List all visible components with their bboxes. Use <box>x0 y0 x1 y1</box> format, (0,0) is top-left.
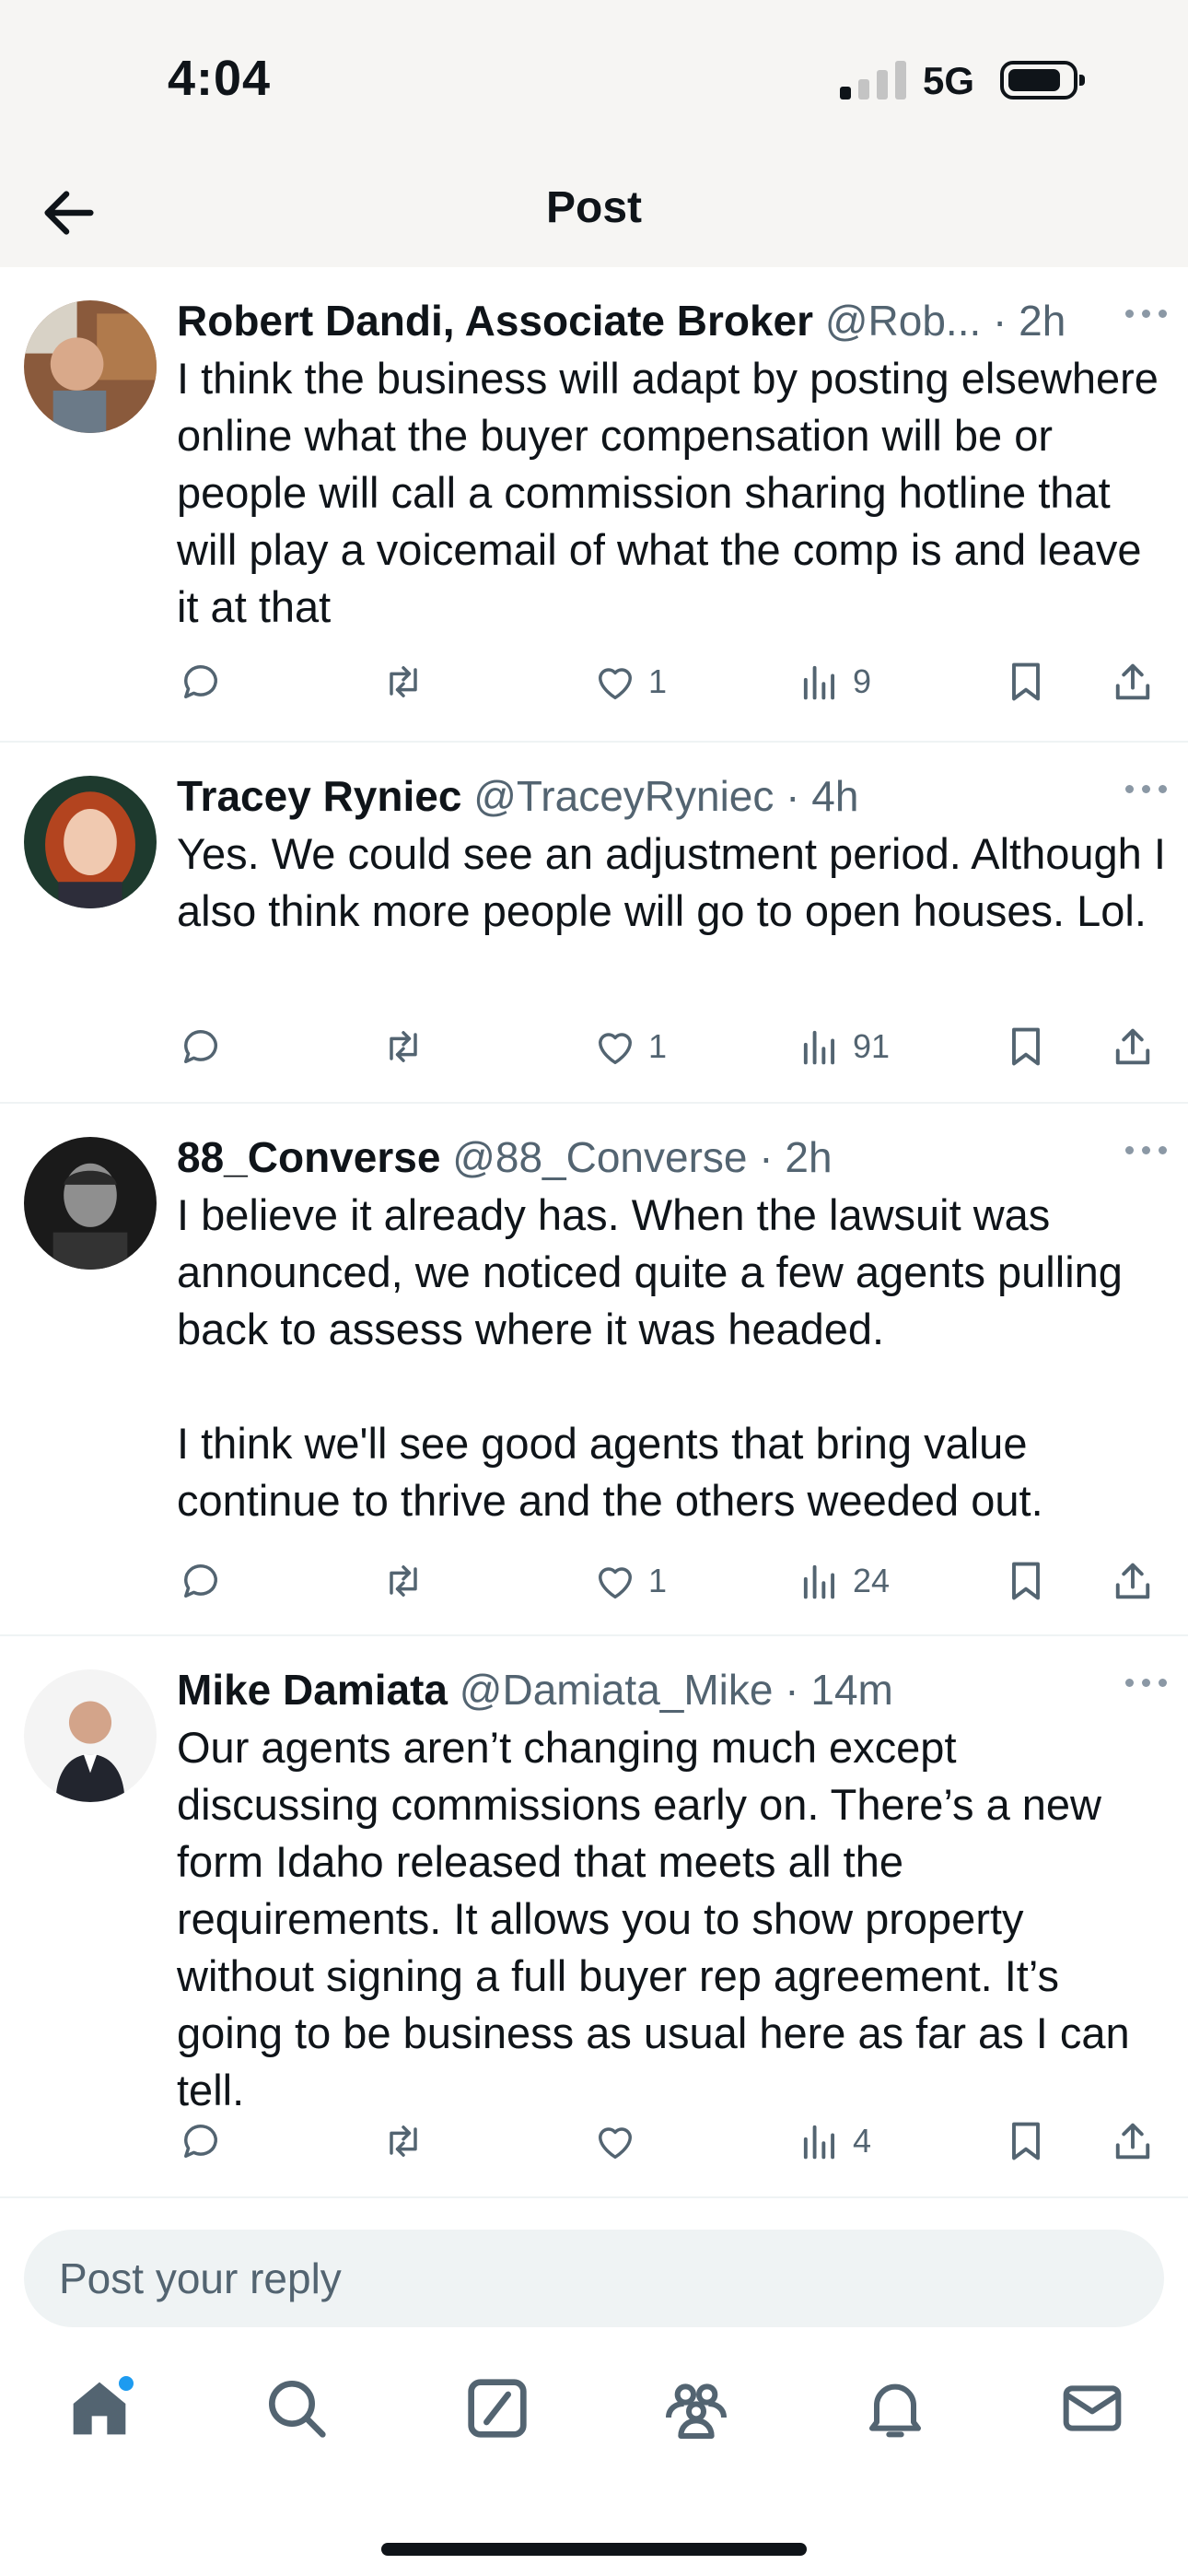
repost-icon[interactable] <box>379 1019 427 1074</box>
post-actions: 1 9 <box>177 654 1166 709</box>
post-meta: Tracey Ryniec @TraceyRyniec · 4h <box>177 772 859 820</box>
views-icon <box>803 1030 835 1065</box>
avatar[interactable] <box>24 1669 157 1802</box>
like-count: 1 <box>648 1027 668 1065</box>
reply-post[interactable]: Tracey Ryniec @TraceyRyniec · 4h Yes. We… <box>0 743 1188 1104</box>
post-text: Yes. We could see an adjustment period. … <box>177 829 1178 935</box>
bookmark-icon[interactable] <box>1002 1019 1050 1074</box>
reply-icon[interactable] <box>177 2113 225 2169</box>
reply-input[interactable]: Post your reply <box>24 2230 1164 2327</box>
bookmark-icon[interactable] <box>1002 654 1050 709</box>
post-time: 14m <box>810 1666 893 1714</box>
author-handle[interactable]: @TraceyRyniec <box>473 772 774 820</box>
repost-icon[interactable] <box>379 1553 427 1609</box>
view-count: 4 <box>853 2122 872 2160</box>
views-button[interactable]: 91 <box>796 1019 890 1074</box>
view-count: 9 <box>853 662 872 700</box>
views-icon <box>803 665 835 700</box>
avatar[interactable] <box>24 776 157 908</box>
replies-feed: Robert Dandi, Associate Broker @Rob... ·… <box>0 267 1188 2198</box>
like-button[interactable] <box>591 2113 648 2169</box>
share-icon[interactable] <box>1109 654 1157 709</box>
reply-post[interactable]: Robert Dandi, Associate Broker @Rob... ·… <box>0 267 1188 743</box>
like-button[interactable]: 1 <box>591 1019 667 1074</box>
like-button[interactable]: 1 <box>591 654 667 709</box>
avatar[interactable] <box>24 300 157 433</box>
post-time: 4h <box>811 772 859 820</box>
more-options-icon[interactable] <box>1125 1141 1168 1159</box>
author-name[interactable]: Mike Damiata <box>177 1666 448 1714</box>
heart-icon <box>599 2127 632 2160</box>
post-meta: Mike Damiata @Damiata_Mike · 14m <box>177 1666 893 1714</box>
author-handle[interactable]: @88_Converse <box>452 1133 747 1181</box>
home-notification-dot <box>116 2373 136 2394</box>
page-title: Post <box>545 183 642 232</box>
view-count: 24 <box>853 1562 891 1599</box>
more-options-icon[interactable] <box>1125 304 1168 322</box>
bookmark-icon[interactable] <box>1002 2113 1050 2169</box>
post-meta: 88_Converse @88_Converse · 2h <box>177 1133 833 1181</box>
post-time: 2h <box>1019 297 1066 345</box>
author-name[interactable]: 88_Converse <box>177 1133 440 1181</box>
repost-icon[interactable] <box>379 2113 427 2169</box>
status-bar: 4:04 5G <box>0 0 1188 157</box>
reply-icon[interactable] <box>177 1553 225 1609</box>
like-button[interactable]: 1 <box>591 1553 667 1609</box>
share-icon[interactable] <box>1109 1553 1157 1609</box>
heart-icon <box>599 668 632 700</box>
bookmark-icon[interactable] <box>1002 1553 1050 1609</box>
notifications-icon[interactable] <box>858 2371 932 2445</box>
post-actions: 1 24 <box>177 1553 1166 1609</box>
post-actions: 4 <box>177 2113 1166 2169</box>
views-icon <box>803 2125 835 2160</box>
reply-icon[interactable] <box>177 654 225 709</box>
reply-post[interactable]: 88_Converse @88_Converse · 2h I believe … <box>0 1104 1188 1636</box>
heart-icon <box>599 1567 632 1599</box>
reply-post[interactable]: Mike Damiata @Damiata_Mike · 14m Our age… <box>0 1636 1188 2198</box>
search-icon[interactable] <box>260 2371 333 2445</box>
network-label: 5G <box>923 59 975 102</box>
post-text: I think the business will adapt by posti… <box>177 354 1171 631</box>
post-meta: Robert Dandi, Associate Broker @Rob... ·… <box>177 297 1066 345</box>
views-button[interactable]: 9 <box>796 654 871 709</box>
post-actions: 1 91 <box>177 1019 1166 1074</box>
status-time: 4:04 <box>168 51 272 106</box>
like-count: 1 <box>648 662 668 700</box>
post-time: 2h <box>785 1133 833 1181</box>
heart-icon <box>599 1033 632 1065</box>
author-name[interactable]: Robert Dandi, Associate Broker <box>177 297 813 345</box>
more-options-icon[interactable] <box>1125 1673 1168 1692</box>
communities-icon[interactable] <box>659 2371 733 2445</box>
grok-icon[interactable] <box>460 2371 534 2445</box>
reply-icon[interactable] <box>177 1019 225 1074</box>
home-indicator[interactable] <box>381 2543 807 2556</box>
views-button[interactable]: 24 <box>796 1553 890 1609</box>
more-options-icon[interactable] <box>1125 779 1168 798</box>
signal-icon <box>840 61 906 100</box>
like-count: 1 <box>648 1562 668 1599</box>
author-handle[interactable]: @Rob... <box>825 297 981 345</box>
post-text: I believe it already has. When the lawsu… <box>177 1190 1123 1525</box>
view-count: 91 <box>853 1027 891 1065</box>
bottom-tab-bar <box>0 2340 1188 2488</box>
page-header: Post <box>0 157 1188 267</box>
views-icon <box>803 1564 835 1599</box>
share-icon[interactable] <box>1109 2113 1157 2169</box>
views-button[interactable]: 4 <box>796 2113 871 2169</box>
share-icon[interactable] <box>1109 1019 1157 1074</box>
author-name[interactable]: Tracey Ryniec <box>177 772 461 820</box>
reply-placeholder: Post your reply <box>59 2254 342 2302</box>
repost-icon[interactable] <box>379 654 427 709</box>
messages-icon[interactable] <box>1055 2371 1129 2445</box>
post-text: Our agents aren’t changing much except d… <box>177 1723 1142 2114</box>
author-handle[interactable]: @Damiata_Mike <box>460 1666 774 1714</box>
battery-icon <box>1000 61 1085 100</box>
avatar[interactable] <box>24 1137 157 1270</box>
